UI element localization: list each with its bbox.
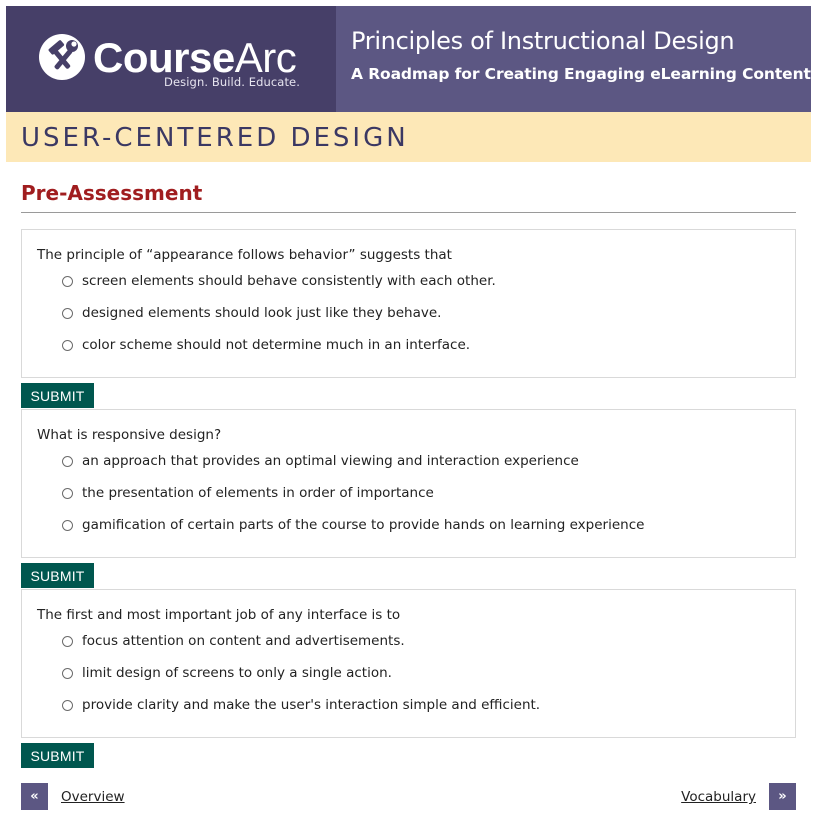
- course-title-block: Principles of Instructional Design A Roa…: [336, 6, 811, 112]
- course-subtitle: A Roadmap for Creating Engaging eLearnin…: [351, 65, 811, 83]
- previous-page-button[interactable]: «: [21, 783, 48, 810]
- question-card-1: The principle of “appearance follows beh…: [21, 229, 796, 378]
- option-label: gamification of certain parts of the cou…: [82, 517, 645, 533]
- option-label: the presentation of elements in order of…: [82, 485, 434, 501]
- option-label: provide clarity and make the user's inte…: [82, 697, 541, 713]
- answer-option[interactable]: the presentation of elements in order of…: [62, 483, 434, 503]
- option-label: color scheme should not determine much i…: [82, 337, 471, 353]
- option-label: designed elements should look just like …: [82, 305, 442, 321]
- logo-bold: Course: [93, 34, 235, 81]
- option-label: screen elements should behave consistent…: [82, 273, 496, 289]
- section-title: USER-CENTERED DESIGN: [21, 123, 409, 153]
- radio-button[interactable]: [62, 699, 73, 711]
- radio-button[interactable]: [62, 275, 73, 287]
- heading-divider: [21, 212, 796, 213]
- radio-button[interactable]: [62, 635, 73, 647]
- question-text: The first and most important job of any …: [37, 607, 401, 623]
- question-text: The principle of “appearance follows beh…: [37, 247, 452, 263]
- next-page-button[interactable]: »: [769, 783, 796, 810]
- option-label: an approach that provides an optimal vie…: [82, 453, 579, 469]
- answer-option[interactable]: focus attention on content and advertise…: [62, 631, 405, 651]
- previous-page-link[interactable]: Overview: [61, 789, 125, 805]
- section-band: USER-CENTERED DESIGN: [6, 112, 811, 162]
- submit-button-1[interactable]: SUBMIT: [21, 383, 94, 408]
- page-title: Pre-Assessment: [21, 181, 203, 205]
- question-text: What is responsive design?: [37, 427, 222, 443]
- radio-button[interactable]: [62, 667, 73, 679]
- brand-block: CourseArc Design. Build. Educate.: [6, 6, 336, 112]
- answer-option[interactable]: screen elements should behave consistent…: [62, 271, 496, 291]
- answer-option[interactable]: an approach that provides an optimal vie…: [62, 451, 579, 471]
- tools-logo-icon: [39, 34, 85, 80]
- option-label: focus attention on content and advertise…: [82, 633, 405, 649]
- answer-option[interactable]: color scheme should not determine much i…: [62, 335, 470, 355]
- double-chevron-left-icon: «: [30, 789, 39, 804]
- logo-light: Arc: [234, 34, 297, 81]
- double-chevron-right-icon: »: [778, 789, 787, 804]
- question-card-3: The first and most important job of any …: [21, 589, 796, 738]
- radio-button[interactable]: [62, 339, 73, 351]
- radio-button[interactable]: [62, 455, 73, 467]
- next-page-link[interactable]: Vocabulary: [681, 789, 756, 805]
- answer-option[interactable]: designed elements should look just like …: [62, 303, 441, 323]
- course-header: CourseArc Design. Build. Educate. Princi…: [6, 6, 811, 112]
- answer-option[interactable]: gamification of certain parts of the cou…: [62, 515, 644, 535]
- course-title: Principles of Instructional Design: [351, 27, 735, 55]
- option-label: limit design of screens to only a single…: [82, 665, 392, 681]
- radio-button[interactable]: [62, 487, 73, 499]
- submit-button-2[interactable]: SUBMIT: [21, 563, 94, 588]
- question-card-2: What is responsive design? an approach t…: [21, 409, 796, 558]
- radio-button[interactable]: [62, 307, 73, 319]
- brand-tagline: Design. Build. Educate.: [164, 75, 300, 89]
- answer-option[interactable]: limit design of screens to only a single…: [62, 663, 392, 683]
- answer-option[interactable]: provide clarity and make the user's inte…: [62, 695, 540, 715]
- submit-button-3[interactable]: SUBMIT: [21, 743, 94, 768]
- radio-button[interactable]: [62, 519, 73, 531]
